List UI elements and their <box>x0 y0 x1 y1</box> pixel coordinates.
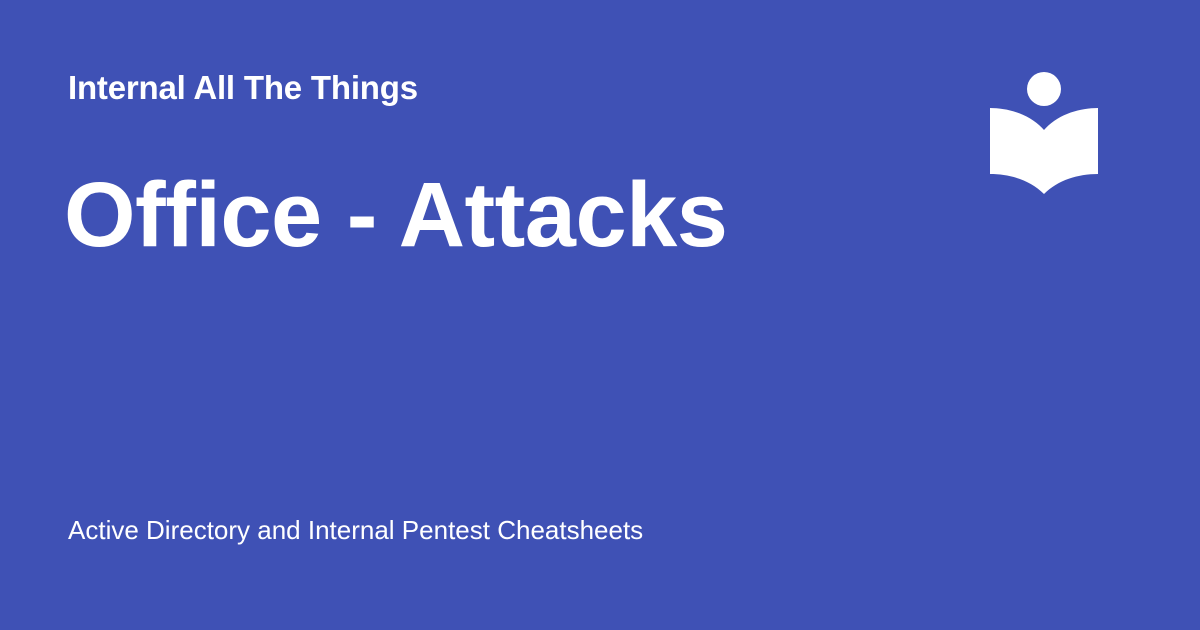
social-card: Internal All The Things Office - Attacks… <box>0 0 1200 630</box>
site-tagline: Active Directory and Internal Pentest Ch… <box>68 515 644 545</box>
reader-book-icon <box>990 72 1100 196</box>
site-name: Internal All The Things <box>68 69 418 106</box>
page-title: Office - Attacks <box>64 164 728 266</box>
